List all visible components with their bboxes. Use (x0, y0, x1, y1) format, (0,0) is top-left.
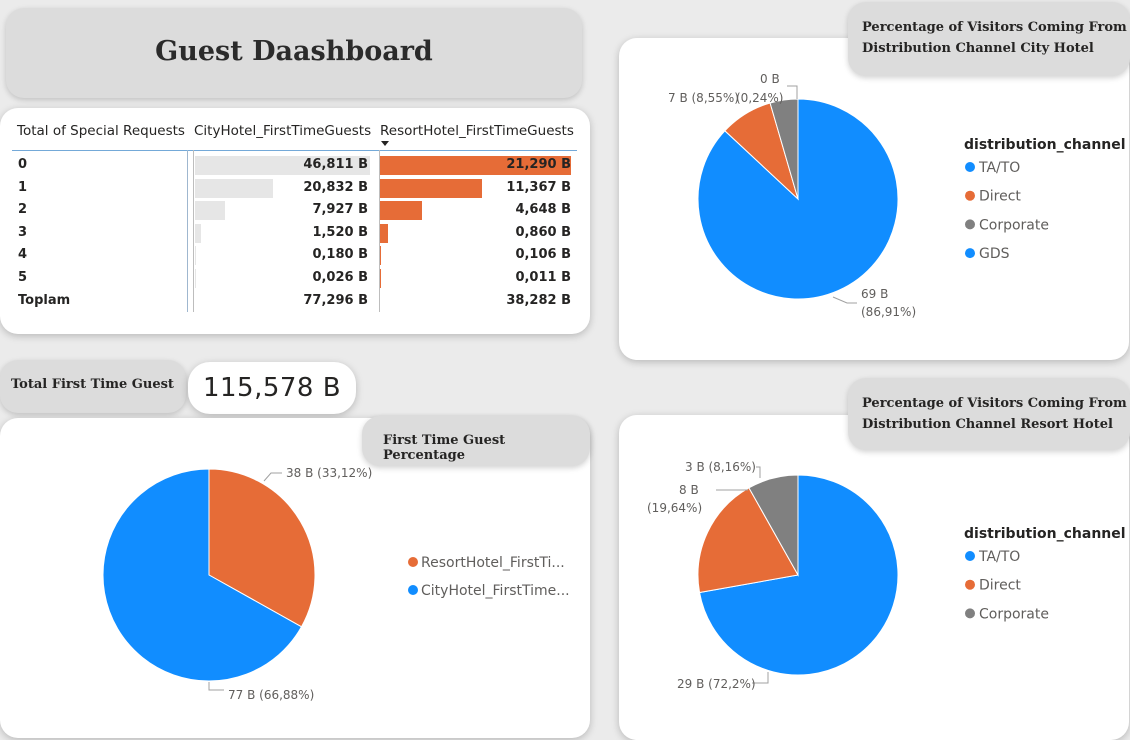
legend-marker (408, 557, 418, 567)
leader-line (833, 297, 857, 303)
legend-item-resort[interactable]: ResortHotel_FirstTi... (421, 555, 565, 571)
legend-title: distribution_channel (964, 137, 1126, 153)
data-label-tato: 69 B (861, 287, 888, 301)
legend-marker (965, 580, 975, 590)
legend-title: distribution_channel (964, 526, 1126, 542)
legend-item-corporate[interactable]: Corporate (979, 217, 1049, 233)
data-label-direct-percent: (19,64%) (647, 501, 702, 515)
legend-item-corporate[interactable]: Corporate (979, 606, 1049, 622)
data-label-direct: 8 B (679, 483, 699, 497)
legend-marker (965, 191, 975, 201)
legend-marker (965, 162, 975, 172)
leader-line (787, 86, 797, 99)
legend-item-tato[interactable]: TA/TO (978, 549, 1020, 565)
data-label-corporate: 0 B (760, 72, 780, 86)
legend-item-direct[interactable]: Direct (979, 578, 1021, 594)
city-hotel-pie[interactable] (698, 99, 898, 299)
legend-item-gds[interactable]: GDS (979, 246, 1010, 262)
legend-item-direct[interactable]: Direct (979, 189, 1021, 205)
resort-hotel-legend: TA/TO Direct Corporate (965, 549, 1049, 622)
legend-marker (965, 608, 975, 618)
city-hotel-legend: TA/TO Direct Corporate GDS (965, 160, 1049, 262)
legend-marker (408, 585, 418, 595)
legend-item-city[interactable]: CityHotel_FirstTime... (421, 583, 570, 599)
data-label-resort: 38 B (33,12%) (286, 466, 372, 480)
data-label-corporate: 3 B (8,16%) (685, 460, 756, 474)
data-label-direct: 7 B (8,55%) (668, 91, 739, 105)
legend-marker (965, 248, 975, 258)
data-label-tato: 29 B (72,2%) (677, 677, 756, 691)
charts-layer: 38 B (33,12%) 77 B (66,88%) ResortHotel_… (0, 0, 1130, 733)
first-time-guest-pie[interactable] (103, 469, 315, 681)
resort-hotel-pie[interactable] (698, 475, 898, 675)
leader-line (756, 467, 760, 478)
data-label-city: 77 B (66,88%) (228, 688, 314, 702)
legend-marker (965, 219, 975, 229)
data-label-gds: (0,24%) (736, 91, 783, 105)
leader-line (209, 682, 224, 690)
legend-marker (965, 551, 975, 561)
legend-item-tato[interactable]: TA/TO (978, 160, 1020, 176)
leader-line (264, 473, 282, 481)
data-label-tato-percent: (86,91%) (861, 305, 916, 319)
